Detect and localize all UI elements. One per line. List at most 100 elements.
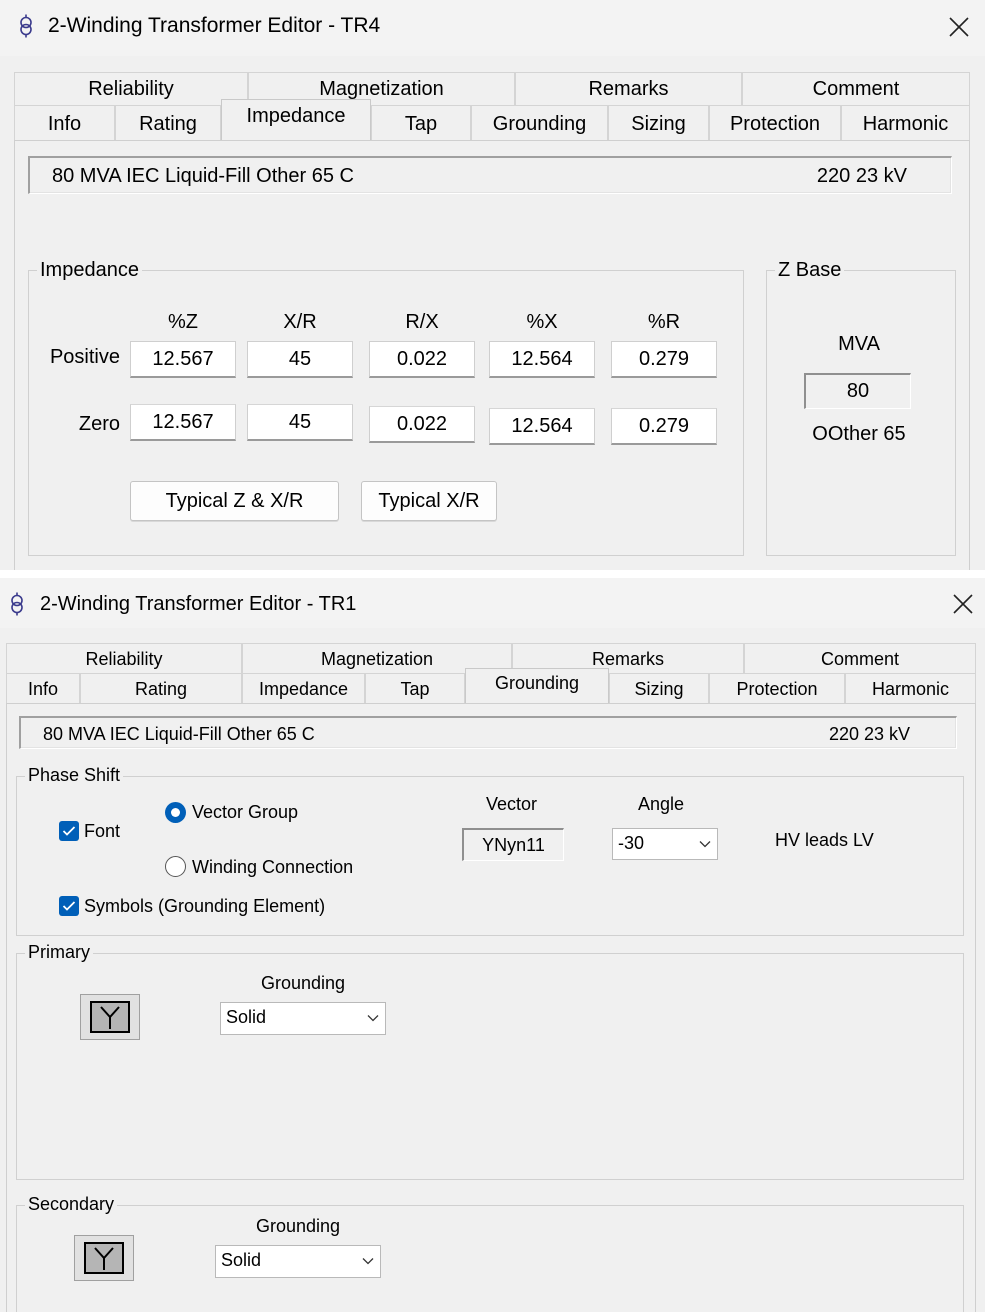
winding-connection-label: Winding Connection [192,857,354,877]
col-header-z: %Z [168,311,198,333]
col-header-r: %R [647,311,681,333]
primary-wye-button[interactable] [80,994,140,1040]
window-title: 2-Winding Transformer Editor - TR4 [48,14,381,37]
tab-row-bottom: Info Rating Impedance Tap Grounding Sizi… [6,668,976,703]
vector-field[interactable]: YNyn11 [462,828,564,861]
primary-grounding-select[interactable]: Solid [220,1002,386,1035]
positive-x-field[interactable]: 12.564 [489,341,595,378]
tab-impedance[interactable]: Impedance [242,673,365,703]
mva-base-field[interactable]: 80 [804,373,911,409]
hv-leads-lv-text: HV leads LV [775,830,874,850]
winding-connection-radio[interactable] [165,856,186,877]
zero-x-field[interactable]: 12.564 [489,408,595,445]
transformer-description: 80 MVA IEC Liquid-Fill Other 65 C [43,724,315,744]
title-bar: 2-Winding Transformer Editor - TR4 [0,0,985,56]
secondary-group-title: Secondary [25,1194,118,1215]
close-icon[interactable] [948,589,978,619]
positive-xr-field[interactable]: 45 [247,341,353,378]
secondary-grounding-select[interactable]: Solid [215,1245,381,1278]
secondary-grounding-label: Grounding [256,1216,341,1236]
transformer-info-bar: 80 MVA IEC Liquid-Fill Other 65 C 220 23… [19,716,957,749]
secondary-group: Secondary [16,1194,964,1312]
phase-shift-group-title: Phase Shift [25,765,124,786]
chevron-down-icon [362,1258,374,1265]
tab-info[interactable]: Info [14,105,115,140]
col-header-xr: X/R [283,311,317,333]
tab-grounding[interactable]: Grounding [471,105,608,140]
voltage-rating: 220 23 kV [828,724,910,744]
chevron-down-icon [367,1015,379,1022]
angle-select[interactable]: -30 [612,828,718,860]
wye-icon [100,1006,120,1029]
tab-harmonic[interactable]: Harmonic [845,673,976,703]
chevron-down-icon [699,841,711,848]
row-label-positive: Positive [49,346,120,368]
symbols-checkbox[interactable] [59,896,79,916]
tab-rating[interactable]: Rating [80,673,242,703]
angle-label: Angle [638,794,685,814]
z-base-group-title: Z Base [775,259,845,282]
close-icon[interactable] [944,12,974,42]
checkmark-icon [62,901,76,911]
tab-tap[interactable]: Tap [371,105,471,140]
tab-harmonic[interactable]: Harmonic [841,105,970,140]
positive-r-field[interactable]: 0.279 [611,341,717,378]
zero-rx-field[interactable]: 0.022 [369,406,475,443]
zero-xr-field[interactable]: 45 [247,404,353,441]
primary-group: Primary [16,942,964,1180]
title-bar: 2-Winding Transformer Editor - TR1 [0,578,985,628]
tab-rating[interactable]: Rating [115,105,221,140]
voltage-rating: 220 23 kV [816,165,907,187]
wye-symbol-frame [90,1001,130,1033]
window-separator [0,570,985,578]
wye-icon [94,1247,114,1270]
transformer-editor-window-tr4: 2-Winding Transformer Editor - TR4 Relia… [0,0,985,570]
symbols-label: Symbols (Grounding Element) [84,896,326,916]
tab-info[interactable]: Info [6,673,80,703]
mva-label: MVA [838,333,880,355]
transformer-info-bar: 80 MVA IEC Liquid-Fill Other 65 C 220 23… [28,156,952,194]
transformer-icon [11,592,23,616]
tab-impedance[interactable]: Impedance [221,99,371,140]
zero-r-field[interactable]: 0.279 [611,408,717,445]
transformer-icon [20,14,32,38]
wye-symbol-frame [84,1242,124,1274]
tab-sizing[interactable]: Sizing [609,673,709,703]
window-title: 2-Winding Transformer Editor - TR1 [40,593,357,615]
transformer-description: 80 MVA IEC Liquid-Fill Other 65 C [52,165,354,187]
typical-z-xr-button[interactable]: Typical Z & X/R [130,481,339,521]
tab-comment[interactable]: Comment [744,643,976,673]
font-checkbox[interactable] [59,821,79,841]
vector-group-label: Vector Group [192,802,299,822]
tab-tap[interactable]: Tap [365,673,465,703]
secondary-grounding-value: Solid [221,1250,262,1270]
checkmark-icon [62,826,76,836]
angle-value: -30 [618,833,645,853]
tab-protection[interactable]: Protection [709,673,845,703]
tab-reliability[interactable]: Reliability [14,72,248,105]
tab-reliability[interactable]: Reliability [6,643,242,673]
tab-grounding[interactable]: Grounding [465,668,609,703]
tab-remarks[interactable]: Remarks [515,72,742,105]
z-base-group: Z Base [766,259,956,556]
tab-row-bottom: Info Rating Impedance Tap Grounding Sizi… [14,99,970,140]
zero-z-field[interactable]: 12.567 [130,404,236,441]
col-header-rx: R/X [405,311,439,333]
z-base-note: OOther 65 [812,423,906,445]
typical-xr-button[interactable]: Typical X/R [361,481,497,521]
tab-comment[interactable]: Comment [742,72,970,105]
vector-group-radio[interactable] [165,802,186,823]
impedance-group-title: Impedance [37,259,142,282]
tab-row-top: Reliability Magnetization Remarks Commen… [14,72,970,105]
positive-z-field[interactable]: 12.567 [130,341,236,378]
tab-sizing[interactable]: Sizing [608,105,709,140]
primary-grounding-label: Grounding [261,973,346,993]
font-label: Font [84,821,121,841]
transformer-editor-window-tr1: 2-Winding Transformer Editor - TR1 Relia… [0,578,985,1312]
vector-label: Vector [486,794,538,814]
tab-protection[interactable]: Protection [709,105,841,140]
secondary-wye-button[interactable] [74,1235,134,1281]
positive-rx-field[interactable]: 0.022 [369,341,475,378]
primary-grounding-value: Solid [226,1007,267,1027]
col-header-x: %X [526,311,558,333]
